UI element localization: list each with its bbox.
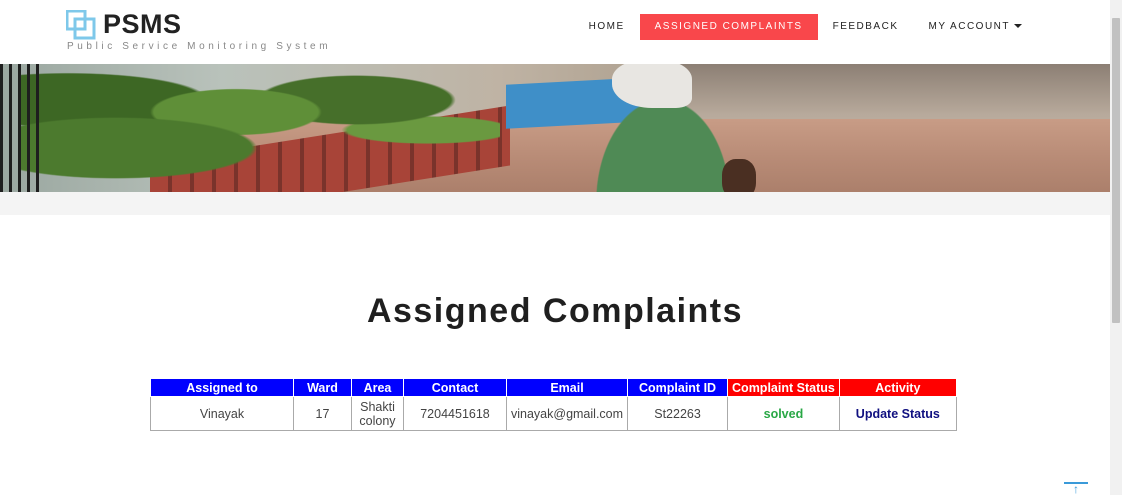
- banner-divider: [0, 192, 1110, 215]
- banner-plants: [20, 64, 500, 184]
- cell-area-line2: colony: [359, 413, 396, 428]
- table-row: Vinayak 17 Shakti colony 7204451618 vinay…: [150, 396, 957, 431]
- col-complaint-status: Complaint Status: [727, 378, 840, 397]
- col-complaint-id: Complaint ID: [627, 378, 729, 397]
- col-ward: Ward: [293, 378, 352, 397]
- col-activity: Activity: [838, 378, 957, 397]
- cell-area-line1: Shakti: [360, 399, 395, 414]
- cell-ward: 17: [293, 396, 352, 431]
- page-scrollbar[interactable]: [1110, 0, 1122, 495]
- cell-area: Shakti colony: [351, 396, 404, 431]
- col-assigned-to: Assigned to: [150, 378, 294, 397]
- cell-complaint-status: solved: [727, 396, 840, 431]
- table-header-row: Assigned to Ward Area Contact Email Comp…: [150, 378, 957, 397]
- cell-assigned-to: Vinayak: [150, 396, 294, 431]
- col-email: Email: [505, 378, 629, 397]
- cell-activity: Update Status: [838, 396, 957, 431]
- back-to-top-button[interactable]: ↑: [1064, 482, 1088, 495]
- main-nav: HOME ASSIGNED COMPLAINTS FEEDBACK MY ACC…: [574, 14, 1037, 40]
- nav-assigned-complaints[interactable]: ASSIGNED COMPLAINTS: [639, 14, 818, 40]
- assigned-complaints-table: Assigned to Ward Area Contact Email Comp…: [150, 378, 957, 431]
- overlapping-squares-icon: [66, 10, 96, 40]
- scrollbar-thumb[interactable]: [1112, 18, 1120, 323]
- hero-banner: [0, 64, 1110, 192]
- page-title: Assigned Complaints: [366, 292, 744, 330]
- nav-feedback[interactable]: FEEDBACK: [818, 14, 914, 40]
- nav-my-account[interactable]: MY ACCOUNT: [914, 14, 1038, 40]
- nav-my-account-label: MY ACCOUNT: [928, 21, 1010, 32]
- nav-home[interactable]: HOME: [574, 14, 640, 40]
- brand-tagline: Public Service Monitoring System: [67, 41, 332, 52]
- banner-fence: [0, 64, 40, 192]
- cell-contact: 7204451618: [403, 396, 507, 431]
- col-contact: Contact: [403, 378, 507, 397]
- banner-worker-head: [612, 64, 692, 108]
- cell-complaint-id: St22263: [627, 396, 729, 431]
- caret-down-icon: [1014, 24, 1022, 29]
- brand-logo[interactable]: PSMS Public Service Monitoring System: [66, 8, 328, 56]
- brand-name: PSMS: [103, 9, 182, 39]
- col-area: Area: [351, 378, 404, 397]
- arrow-up-icon: ↑: [1073, 482, 1079, 495]
- site-header: PSMS Public Service Monitoring System HO…: [0, 0, 1110, 64]
- banner-worker-arm: [722, 159, 756, 192]
- cell-email: vinayak@gmail.com: [505, 396, 629, 431]
- update-status-link[interactable]: Update Status: [856, 407, 940, 421]
